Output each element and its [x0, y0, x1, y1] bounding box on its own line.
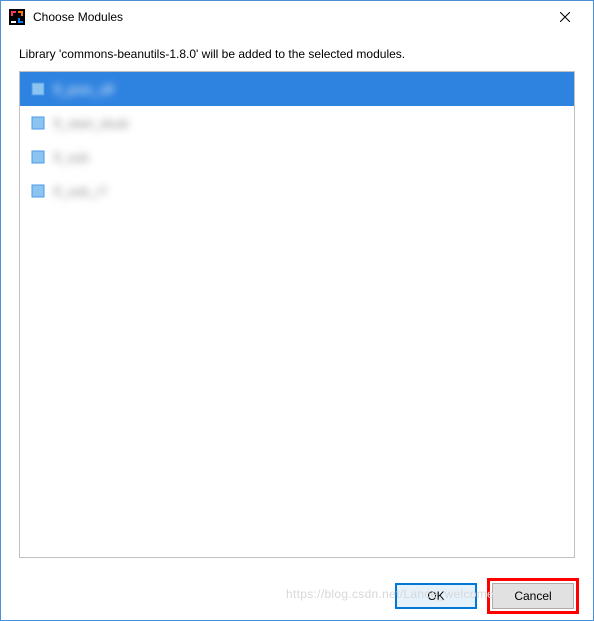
module-label: fl_proc_slf	[54, 82, 113, 97]
list-item[interactable]: fl_sub	[20, 140, 574, 174]
list-item[interactable]: fl_sub_r7	[20, 174, 574, 208]
module-icon	[30, 149, 46, 165]
module-list[interactable]: fl_proc_slf fl_start_dsub fl_sub	[19, 71, 575, 558]
cancel-highlight-annotation: Cancel	[487, 578, 579, 614]
module-icon	[30, 81, 46, 97]
list-item[interactable]: fl_start_dsub	[20, 106, 574, 140]
module-label: fl_start_dsub	[54, 116, 128, 131]
button-bar: OK Cancel	[1, 572, 593, 620]
instruction-text: Library 'commons-beanutils-1.8.0' will b…	[19, 47, 575, 61]
dialog-title: Choose Modules	[33, 10, 545, 24]
cancel-button[interactable]: Cancel	[492, 583, 574, 609]
module-label: fl_sub_r7	[54, 184, 107, 199]
ok-button[interactable]: OK	[395, 583, 477, 609]
close-button[interactable]	[545, 3, 585, 31]
choose-modules-dialog: Choose Modules Library 'commons-beanutil…	[0, 0, 594, 621]
module-label: fl_sub	[54, 150, 89, 165]
module-icon	[30, 183, 46, 199]
list-item[interactable]: fl_proc_slf	[20, 72, 574, 106]
module-icon	[30, 115, 46, 131]
intellij-icon	[9, 9, 25, 25]
dialog-content: Library 'commons-beanutils-1.8.0' will b…	[1, 33, 593, 572]
close-icon	[560, 12, 570, 22]
titlebar: Choose Modules	[1, 1, 593, 33]
